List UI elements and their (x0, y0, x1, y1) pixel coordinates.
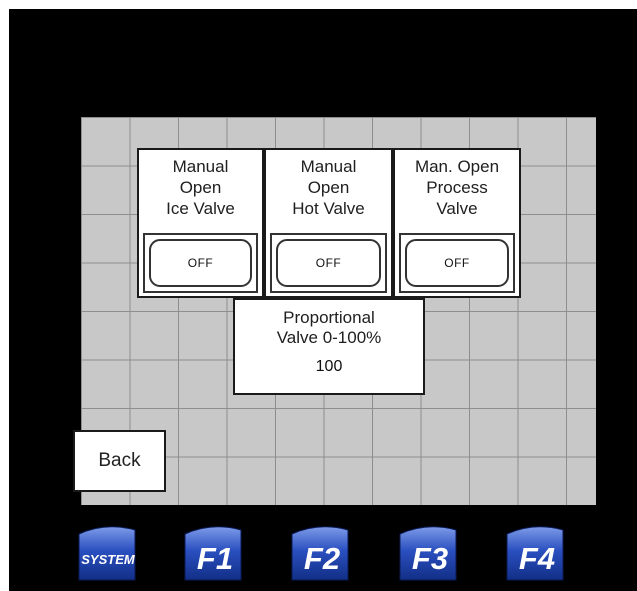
f2-key-icon: F2 (291, 526, 349, 581)
ice-valve-toggle-button[interactable]: OFF (149, 239, 252, 287)
f3-key[interactable]: F3 (394, 524, 461, 582)
ice-valve-panel: Manual Open Ice Valve OFF (137, 148, 264, 298)
f4-key-icon: F4 (506, 526, 564, 581)
process-valve-toggle-button[interactable]: OFF (405, 239, 509, 287)
proportional-valve-label: Proportional Valve 0-100% (276, 308, 382, 347)
hot-valve-button-frame: OFF (270, 233, 387, 293)
proportional-valve-panel: Proportional Valve 0-100% 100 (233, 298, 425, 395)
f1-key-icon: F1 (184, 526, 242, 581)
hot-valve-label: Manual Open Hot Valve (292, 157, 365, 218)
process-valve-button-frame: OFF (399, 233, 515, 293)
hot-valve-panel: Manual Open Hot Valve OFF (264, 148, 393, 298)
ice-valve-button-frame: OFF (143, 233, 258, 293)
f1-key-label: F1 (197, 541, 233, 576)
f3-key-label: F3 (412, 541, 448, 576)
f4-key[interactable]: F4 (501, 524, 568, 582)
f2-key-label: F2 (304, 541, 340, 576)
back-button[interactable]: Back (73, 430, 166, 492)
proportional-valve-value[interactable]: 100 (235, 358, 423, 376)
process-valve-panel: Man. Open Process Valve OFF (393, 148, 521, 298)
hot-valve-toggle-button[interactable]: OFF (276, 239, 381, 287)
process-valve-label: Man. Open Process Valve (414, 157, 500, 218)
f4-key-label: F4 (519, 541, 555, 576)
system-key-label: SYSTEM (81, 552, 136, 567)
system-key[interactable]: SYSTEM (73, 524, 140, 582)
f2-key[interactable]: F2 (286, 524, 353, 582)
ice-valve-label: Manual Open Ice Valve (166, 157, 235, 218)
f1-key[interactable]: F1 (179, 524, 246, 582)
f3-key-icon: F3 (399, 526, 457, 581)
system-key-icon: SYSTEM (78, 526, 136, 581)
